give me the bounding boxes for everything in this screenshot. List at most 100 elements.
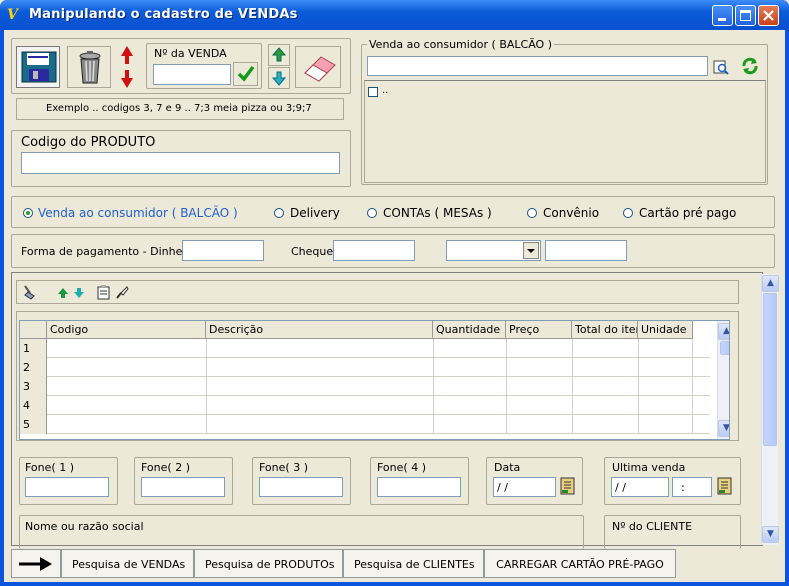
floppy-disk-icon	[21, 51, 57, 83]
tab-carregar-cartao[interactable]: CARREGAR CARTÃO PRÉ-PAGO	[484, 549, 676, 578]
numero-cliente-label: Nº do CLIENTE	[612, 520, 693, 533]
produto-code-input[interactable]	[21, 152, 340, 174]
nav-up-button[interactable]	[268, 44, 290, 66]
fone1-input[interactable]	[25, 477, 109, 497]
cheque-input[interactable]	[333, 240, 415, 261]
radio-contas-label[interactable]: CONTAs ( MESAs )	[383, 206, 492, 220]
radio-contas[interactable]	[367, 208, 377, 218]
radio-balcao[interactable]	[23, 208, 33, 218]
table-row[interactable]: 3	[20, 377, 710, 396]
tab-pesquisa-clientes[interactable]: Pesquisa de CLIENTEs	[343, 549, 484, 578]
fone4-input[interactable]	[377, 477, 461, 497]
tab-pesquisa-vendas[interactable]: Pesquisa de VENDAs	[61, 549, 194, 578]
app-window: V Manipulando o cadastro de VENDAs Nº da…	[0, 0, 789, 586]
col-header-descricao[interactable]: Descrição	[206, 321, 433, 339]
dinheiro-input[interactable]	[182, 240, 264, 261]
table-row[interactable]: 5	[20, 415, 710, 434]
radio-convenio-label[interactable]: Convênio	[543, 206, 599, 220]
grid-scroll-up-button[interactable]: ▲	[718, 323, 729, 340]
consumidor-input[interactable]	[367, 56, 708, 76]
calendar-picker-icon[interactable]	[717, 476, 733, 496]
tab-arrow[interactable]	[11, 549, 61, 578]
radio-delivery[interactable]	[274, 208, 284, 218]
pagamento-combo[interactable]	[446, 240, 541, 261]
close-button[interactable]	[758, 5, 779, 26]
dinheiro-label: Forma de pagamento - Dinheiro	[21, 245, 197, 258]
fone3-label: Fone( 3 )	[259, 461, 308, 474]
col-header-codigo[interactable]: Codigo	[47, 321, 206, 339]
brush-icon[interactable]	[114, 284, 130, 300]
form-scrollbar[interactable]: ▲ ▼	[761, 274, 779, 545]
search-icon[interactable]	[712, 58, 730, 76]
data-input[interactable]: / /	[493, 477, 556, 497]
arrow-up-icon[interactable]	[57, 286, 69, 300]
fone1-label: Fone( 1 )	[25, 461, 74, 474]
fone3-input[interactable]	[259, 477, 343, 497]
close-icon	[763, 10, 774, 21]
col-header-unidade[interactable]: Unidade	[638, 321, 693, 339]
minimize-icon	[718, 18, 726, 21]
clipboard-icon[interactable]	[96, 284, 112, 300]
table-row[interactable]: 2	[20, 358, 710, 377]
fone2-input[interactable]	[141, 477, 225, 497]
data-value: / /	[497, 481, 508, 494]
save-button[interactable]	[16, 46, 60, 88]
row-number: 4	[20, 396, 47, 415]
radio-convenio[interactable]	[527, 208, 537, 218]
col-header-total[interactable]: Total do item	[572, 321, 638, 339]
data-label: Data	[494, 461, 521, 474]
calendar-picker-icon[interactable]	[560, 476, 576, 496]
grid-scrollbar[interactable]: ▲ ▼	[717, 321, 729, 439]
row-number: 2	[20, 358, 47, 377]
clear-button[interactable]	[295, 46, 341, 88]
table-row[interactable]: 4	[20, 396, 710, 415]
grid-scroll-thumb[interactable]	[720, 341, 729, 355]
cheque-label: Cheque	[291, 245, 334, 258]
maximize-button[interactable]	[735, 5, 756, 26]
arrow-down-icon[interactable]	[73, 286, 85, 300]
form-scroll-up-button[interactable]: ▲	[762, 275, 779, 292]
radio-delivery-label[interactable]: Delivery	[290, 206, 340, 220]
ultima-venda-time[interactable]: :	[672, 477, 712, 497]
tab-pesquisa-produtos[interactable]: Pesquisa de PRODUTOs	[194, 549, 343, 578]
form-client-area: Nº da VENDA Exemplo .. codigos 3, 7 e 9 …	[4, 30, 785, 582]
ultima-venda-label: Ultima venda	[612, 461, 686, 474]
consumidor-group-label: Venda ao consumidor ( BALCÃO )	[367, 38, 554, 51]
items-grid[interactable]: Codigo Descrição Quantidade Preço Total …	[19, 320, 730, 440]
broom-icon[interactable]	[22, 284, 38, 300]
grid-scroll-down-button[interactable]: ▼	[718, 420, 729, 437]
col-header-quantidade[interactable]: Quantidade	[433, 321, 506, 339]
nav-down-button[interactable]	[268, 67, 290, 89]
hint-box: Exemplo .. codigos 3, 7 e 9 .. 7;3 meia …	[16, 98, 344, 120]
venda-label: Nº da VENDA	[154, 47, 227, 60]
radio-cartao[interactable]	[623, 208, 633, 218]
col-header-preco[interactable]: Preço	[506, 321, 572, 339]
form-scroll-thumb[interactable]	[763, 293, 777, 446]
table-row[interactable]: 1	[20, 339, 710, 358]
arrow-down-icon	[271, 71, 287, 86]
pagamento-extra-input[interactable]	[545, 240, 627, 261]
refresh-icon[interactable]	[740, 56, 760, 76]
up-down-arrows-icon[interactable]	[118, 44, 136, 90]
minimize-button[interactable]	[712, 5, 733, 26]
venda-number-input[interactable]	[153, 64, 231, 85]
ultima-venda-time-value: :	[681, 481, 685, 494]
radio-cartao-label[interactable]: Cartão pré pago	[639, 206, 736, 220]
radio-balcao-label[interactable]: Venda ao consumidor ( BALCÃO )	[38, 206, 238, 220]
consumidor-checkbox[interactable]	[368, 87, 378, 97]
delete-button[interactable]	[67, 46, 111, 88]
arrows-up-down-group	[118, 44, 136, 90]
row-number: 1	[20, 339, 47, 358]
arrow-right-icon	[19, 557, 52, 571]
ultima-venda-date-value: / /	[615, 481, 626, 494]
produto-label: Codigo do PRODUTO	[21, 135, 156, 150]
consumidor-checkbox-label: ..	[382, 85, 389, 96]
combo-dropdown-button[interactable]	[523, 242, 539, 259]
ultima-venda-date[interactable]: / /	[611, 477, 669, 497]
eraser-icon	[304, 56, 336, 82]
fone4-label: Fone( 4 )	[377, 461, 426, 474]
title-bar[interactable]: V Manipulando o cadastro de VENDAs	[0, 0, 789, 30]
chevron-down-icon	[527, 249, 535, 253]
confirm-button[interactable]	[233, 62, 258, 86]
form-scroll-down-button[interactable]: ▼	[762, 526, 779, 543]
